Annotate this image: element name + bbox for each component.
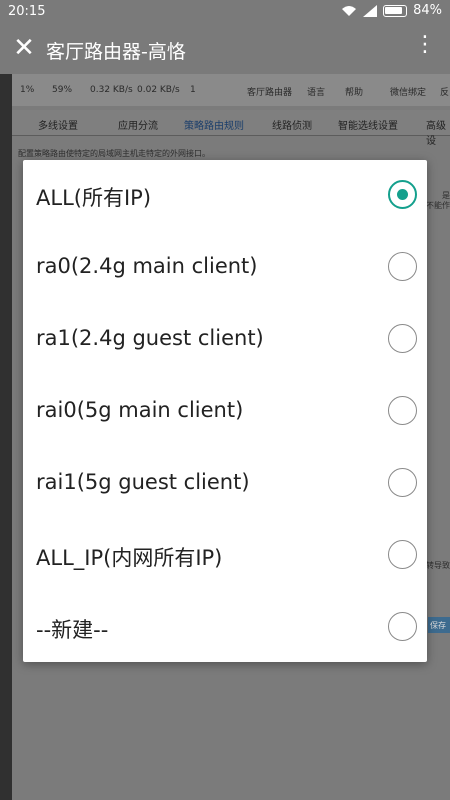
save-button[interactable]: 保存: [428, 617, 450, 633]
option-label: ra0(2.4g main client): [36, 254, 258, 278]
radio-button[interactable]: [388, 540, 417, 569]
upload-speed: 0.32 KB/s: [90, 85, 133, 95]
radio-dot-icon: [397, 189, 408, 200]
radio-button-checked[interactable]: [388, 180, 417, 209]
memory-usage: 59%: [52, 85, 73, 95]
radio-button[interactable]: [388, 252, 417, 281]
option-all-ip[interactable]: ALL(所有IP): [23, 160, 427, 232]
tab-app-split[interactable]: 应用分流: [118, 117, 158, 132]
option-ra1[interactable]: ra1(2.4g guest client): [23, 304, 427, 376]
tab-smart-select[interactable]: 智能选线设置: [338, 117, 398, 132]
option-all-lan-ip[interactable]: ALL_IP(内网所有IP): [23, 520, 427, 592]
radio-button[interactable]: [388, 396, 417, 425]
option-ra0[interactable]: ra0(2.4g main client): [23, 232, 427, 304]
option-label: --新建--: [36, 618, 109, 642]
tab-multiline[interactable]: 多线设置: [38, 117, 78, 132]
hint-text: 配置策略路由使特定的局域网主机走特定的外网接口。: [18, 149, 210, 158]
signal-icon: [363, 4, 378, 17]
side-fragment: 转导致: [426, 561, 450, 570]
status-time: 20:15: [8, 4, 46, 19]
interface-select-dialog: ALL(所有IP) ra0(2.4g main client) ra1(2.4g…: [23, 160, 427, 662]
language-menu[interactable]: 语言: [307, 85, 325, 98]
download-speed: 0.02 KB/s: [137, 85, 180, 95]
close-icon[interactable]: ✕: [10, 34, 38, 62]
option-label: rai1(5g guest client): [36, 470, 250, 494]
app-bar: ✕ 客厅路由器-高恪 ⋮: [0, 24, 450, 74]
option-label: ra1(2.4g guest client): [36, 326, 264, 350]
radio-button[interactable]: [388, 612, 417, 641]
tab-advanced[interactable]: 高级设: [426, 117, 450, 147]
page-title: 客厅路由器-高恪: [46, 41, 186, 63]
option-label: ALL_IP(内网所有IP): [36, 546, 223, 570]
tab-policy-routing[interactable]: 策略路由规则: [184, 117, 244, 132]
wifi-icon: [342, 5, 357, 16]
device-count: 1: [190, 85, 196, 95]
more-options-icon[interactable]: ⋮: [414, 32, 438, 57]
battery-percent: 84%: [413, 3, 442, 18]
left-strip: [0, 74, 12, 800]
cpu-usage: 1%: [20, 85, 35, 95]
option-rai0[interactable]: rai0(5g main client): [23, 376, 427, 448]
router-name: 客厅路由器: [247, 88, 293, 98]
status-bar: 20:15 84%: [0, 0, 450, 24]
option-new[interactable]: --新建--: [23, 592, 427, 664]
wechat-bind-link[interactable]: 微信绑定: [390, 85, 426, 98]
side-fragment: 不能作: [426, 201, 450, 210]
help-link[interactable]: 帮助: [345, 85, 363, 98]
option-label: rai0(5g main client): [36, 398, 244, 422]
option-label: ALL(所有IP): [36, 186, 152, 210]
router-status-bar: 1% 59% 0.32 KB/s 0.02 KB/s 1 客厅路由器 语言 帮助…: [12, 74, 450, 106]
option-rai1[interactable]: rai1(5g guest client): [23, 448, 427, 520]
status-icons: 84%: [341, 3, 442, 18]
tab-line-detect[interactable]: 线路侦测: [272, 117, 312, 132]
config-tabs: 多线设置 应用分流 策略路由规则 线路侦测 智能选线设置 高级设: [12, 110, 450, 147]
radio-button[interactable]: [388, 468, 417, 497]
battery-icon: [383, 4, 408, 17]
radio-button[interactable]: [388, 324, 417, 353]
topbar-cut-text: 反: [440, 88, 450, 98]
